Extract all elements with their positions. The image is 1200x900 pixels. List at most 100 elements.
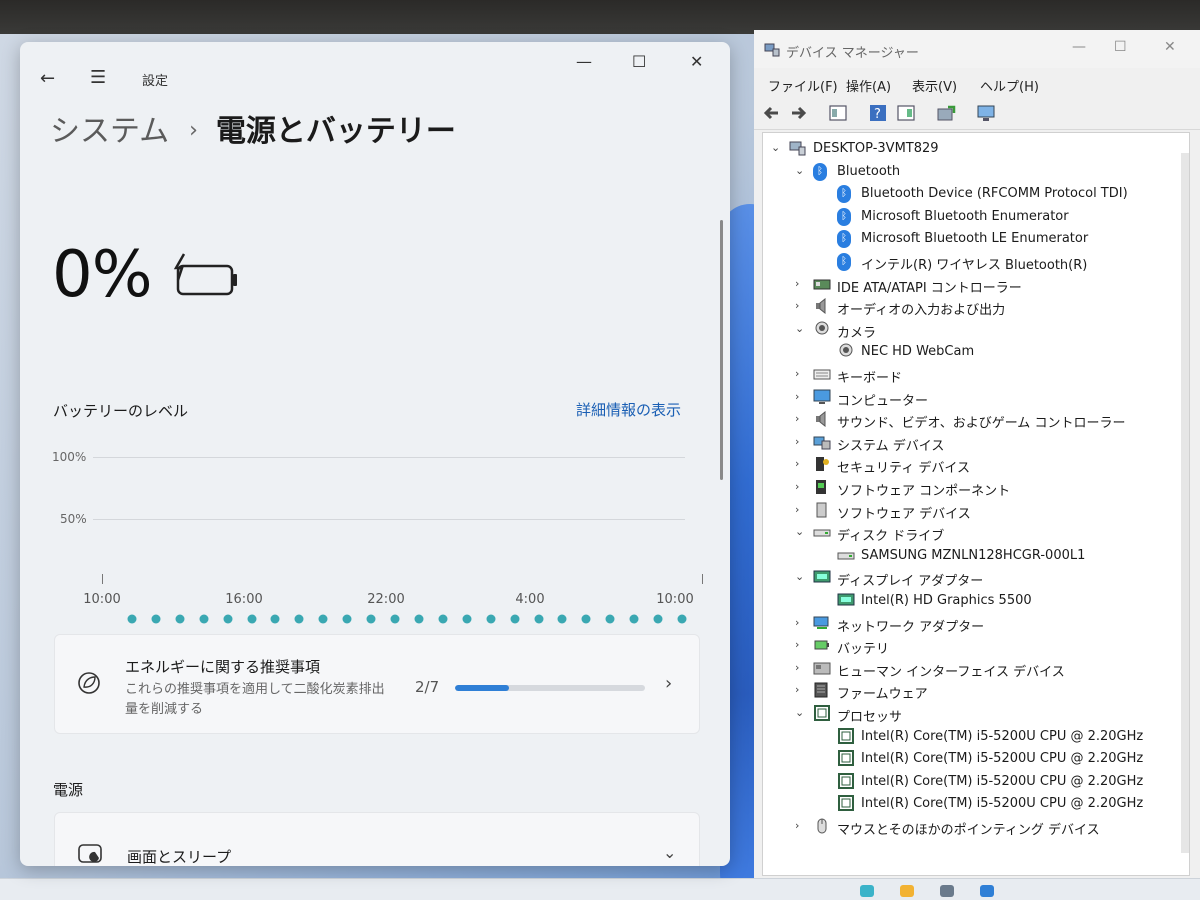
update-driver-icon[interactable]: [936, 103, 956, 123]
chart-point: [127, 614, 137, 624]
monitor-icon: [813, 389, 831, 405]
tree-node[interactable]: ᛒ Bluetooth Device (RFCOMM Protocol TDI): [819, 184, 1171, 204]
collapse-chevron-icon[interactable]: ›: [795, 616, 807, 629]
collapse-chevron-icon[interactable]: ›: [795, 457, 807, 470]
tree-node[interactable]: Intel(R) HD Graphics 5500: [819, 591, 1171, 611]
tree-node[interactable]: › ヒューマン インターフェイス デバイス: [795, 659, 1171, 680]
scan-hardware-icon[interactable]: [976, 103, 996, 123]
forward-arrow-icon[interactable]: [788, 103, 808, 123]
tree-node[interactable]: › キーボード: [795, 365, 1171, 386]
close-icon[interactable]: ✕: [690, 52, 703, 71]
help-icon[interactable]: ?: [868, 103, 888, 123]
menu-view[interactable]: 表示(V): [912, 76, 957, 95]
taskbar-app-icon[interactable]: [900, 885, 914, 897]
chart-point: [605, 614, 615, 624]
expand-chevron-icon[interactable]: ⌄: [795, 164, 807, 177]
maximize-icon[interactable]: ☐: [632, 52, 646, 71]
tree-node[interactable]: ⌄ プロセッサ: [795, 704, 1171, 725]
chart-point: [629, 614, 639, 624]
tree-node[interactable]: ⌄ ᛒ Bluetooth: [795, 162, 1171, 182]
tree-node[interactable]: Intel(R) Core(TM) i5-5200U CPU @ 2.20GHz: [819, 772, 1171, 792]
tree-node[interactable]: › システム デバイス: [795, 433, 1171, 454]
menu-action[interactable]: 操作(A): [846, 76, 891, 95]
gridline: [93, 457, 685, 458]
bluetooth-icon: ᛒ: [813, 162, 831, 181]
tree-node[interactable]: Intel(R) Core(TM) i5-5200U CPU @ 2.20GHz: [819, 727, 1171, 747]
tree-node[interactable]: › ファームウェア: [795, 681, 1171, 702]
chevron-right-icon[interactable]: ›: [665, 673, 672, 694]
tree-node[interactable]: › セキュリティ デバイス: [795, 455, 1171, 476]
collapse-chevron-icon[interactable]: ›: [795, 683, 807, 696]
close-icon[interactable]: ✕: [1164, 39, 1176, 55]
settings-scrollbar[interactable]: [720, 220, 723, 480]
tree-node[interactable]: ⌄ DESKTOP-3VMT829: [771, 139, 1171, 159]
taskbar-app-icon[interactable]: [980, 885, 994, 897]
minimize-icon[interactable]: —: [576, 52, 592, 71]
collapse-chevron-icon[interactable]: ›: [795, 661, 807, 674]
tree-node[interactable]: › バッテリ: [795, 636, 1171, 657]
tree-node[interactable]: › ソフトウェア コンポーネント: [795, 478, 1171, 499]
detail-info-link[interactable]: 詳細情報の表示: [576, 399, 681, 420]
tree-node[interactable]: ᛒ Microsoft Bluetooth Enumerator: [819, 207, 1171, 227]
breadcrumb-parent[interactable]: システム: [50, 114, 169, 149]
taskbar-app-icon[interactable]: [940, 885, 954, 897]
expand-chevron-icon[interactable]: ⌄: [795, 525, 807, 538]
tree-node[interactable]: ⌄ ディスプレイ アダプター: [795, 568, 1171, 589]
chevron-down-icon[interactable]: ⌄: [663, 843, 676, 862]
chart-point: [342, 614, 352, 624]
tree-node[interactable]: › コンピューター: [795, 388, 1171, 409]
collapse-chevron-icon[interactable]: ›: [795, 277, 807, 290]
hamburger-menu-icon[interactable]: ☰: [90, 67, 106, 88]
y-tick-label: 50%: [60, 512, 87, 526]
screen-bezel: [0, 0, 1200, 34]
tree-scrollbar[interactable]: [1181, 153, 1189, 853]
energy-recommendation-card[interactable]: エネルギーに関する推奨事項 これらの推奨事項を適用して二酸化炭素排出量を削減する…: [54, 634, 700, 734]
chart-point: [270, 614, 280, 624]
collapse-chevron-icon[interactable]: ›: [795, 412, 807, 425]
chart-point: [223, 614, 233, 624]
collapse-chevron-icon[interactable]: ›: [795, 819, 807, 832]
tree-node[interactable]: › マウスとそのほかのポインティング デバイス: [795, 817, 1171, 838]
tree-node[interactable]: › IDE ATA/ATAPI コントローラー: [795, 275, 1171, 296]
minimize-icon[interactable]: —: [1072, 39, 1086, 55]
tree-node[interactable]: › ネットワーク アダプター: [795, 614, 1171, 635]
menu-file[interactable]: ファイル(F): [768, 76, 838, 95]
tree-node[interactable]: ⌄ カメラ: [795, 320, 1171, 341]
show-hidden-icon[interactable]: [896, 103, 916, 123]
collapse-chevron-icon[interactable]: ›: [795, 367, 807, 380]
menu-help[interactable]: ヘルプ(H): [980, 76, 1039, 95]
tree-node[interactable]: NEC HD WebCam: [819, 342, 1171, 362]
collapse-chevron-icon[interactable]: ›: [795, 390, 807, 403]
expand-chevron-icon[interactable]: ⌄: [795, 706, 807, 719]
expand-chevron-icon[interactable]: ⌄: [795, 570, 807, 583]
tree-node[interactable]: ᛒ Microsoft Bluetooth LE Enumerator: [819, 229, 1171, 249]
expand-chevron-icon[interactable]: ⌄: [771, 141, 783, 154]
settings-titlebar: ← ☰ 設定 — ☐ ✕: [20, 42, 730, 110]
tree-node[interactable]: SAMSUNG MZNLN128HCGR-000L1: [819, 546, 1171, 566]
maximize-icon[interactable]: ☐: [1114, 39, 1127, 55]
back-arrow-icon[interactable]: ←: [40, 68, 55, 89]
hid-icon: [813, 660, 831, 676]
tree-node[interactable]: › サウンド、ビデオ、およびゲーム コントローラー: [795, 410, 1171, 431]
screen-sleep-setting[interactable]: 画面とスリープ ⌄: [54, 812, 700, 866]
collapse-chevron-icon[interactable]: ›: [795, 638, 807, 651]
tree-node[interactable]: ᛒ インテル(R) ワイヤレス Bluetooth(R): [819, 252, 1171, 273]
tree-node-label: Intel(R) Core(TM) i5-5200U CPU @ 2.20GHz: [861, 751, 1144, 767]
tree-node[interactable]: ⌄ ディスク ドライブ: [795, 523, 1171, 544]
axis-tick: [102, 574, 103, 584]
collapse-chevron-icon[interactable]: ›: [795, 480, 807, 493]
collapse-chevron-icon[interactable]: ›: [795, 503, 807, 516]
properties-icon[interactable]: [828, 103, 848, 123]
collapse-chevron-icon[interactable]: ›: [795, 435, 807, 448]
back-arrow-icon[interactable]: [762, 103, 782, 123]
tree-node[interactable]: Intel(R) Core(TM) i5-5200U CPU @ 2.20GHz: [819, 794, 1171, 814]
collapse-chevron-icon[interactable]: ›: [795, 299, 807, 312]
breadcrumb: システム › 電源とバッテリー: [50, 106, 456, 150]
expand-chevron-icon[interactable]: ⌄: [795, 322, 807, 335]
processor-icon: [837, 772, 855, 789]
tree-node[interactable]: Intel(R) Core(TM) i5-5200U CPU @ 2.20GHz: [819, 749, 1171, 769]
taskbar-app-icon[interactable]: [860, 885, 874, 897]
tree-node[interactable]: › オーディオの入力および出力: [795, 297, 1171, 318]
mouse-icon: [813, 818, 831, 834]
tree-node[interactable]: › ソフトウェア デバイス: [795, 501, 1171, 522]
